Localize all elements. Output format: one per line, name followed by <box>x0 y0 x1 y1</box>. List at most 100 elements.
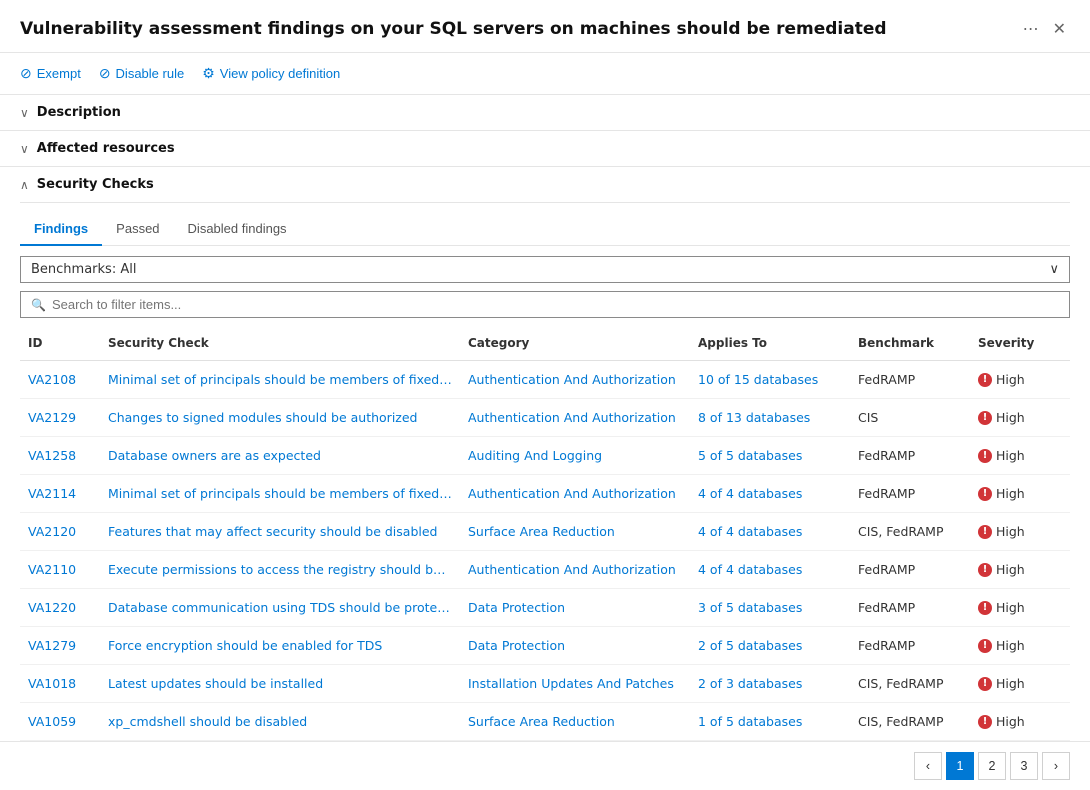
tab-disabled-findings[interactable]: Disabled findings <box>174 213 301 246</box>
table-row: VA2120 Features that may affect security… <box>20 513 1070 551</box>
view-policy-label: View policy definition <box>220 66 340 81</box>
row-category-6[interactable]: Data Protection <box>460 595 690 620</box>
row-applies-7[interactable]: 2 of 5 databases <box>690 633 850 658</box>
row-id-5[interactable]: VA2110 <box>20 557 100 582</box>
severity-icon-2: ! <box>978 449 992 463</box>
severity-icon-1: ! <box>978 411 992 425</box>
table-row: VA2108 Minimal set of principals should … <box>20 361 1070 399</box>
row-id-7[interactable]: VA1279 <box>20 633 100 658</box>
row-check-7[interactable]: Force encryption should be enabled for T… <box>100 633 460 658</box>
row-applies-0[interactable]: 10 of 15 databases <box>690 367 850 392</box>
prev-page-button[interactable]: ‹ <box>914 752 942 780</box>
benchmark-filter[interactable]: Benchmarks: All ∨ <box>20 256 1070 283</box>
col-header-category: Category <box>460 332 690 354</box>
row-applies-5[interactable]: 4 of 4 databases <box>690 557 850 582</box>
row-check-2[interactable]: Database owners are as expected <box>100 443 460 468</box>
row-category-5[interactable]: Authentication And Authorization <box>460 557 690 582</box>
tab-passed[interactable]: Passed <box>102 213 173 246</box>
table-row: VA1258 Database owners are as expected A… <box>20 437 1070 475</box>
affected-resources-section-header[interactable]: ∨ Affected resources <box>0 131 1090 166</box>
header-icons: ⋯ ✕ <box>1019 20 1070 40</box>
disable-rule-button[interactable]: ⊘ Disable rule <box>99 61 194 86</box>
description-section-header[interactable]: ∨ Description <box>0 95 1090 130</box>
row-id-1[interactable]: VA2129 <box>20 405 100 430</box>
row-id-9[interactable]: VA1059 <box>20 709 100 734</box>
row-applies-3[interactable]: 4 of 4 databases <box>690 481 850 506</box>
row-applies-9[interactable]: 1 of 5 databases <box>690 709 850 734</box>
page-3-button[interactable]: 3 <box>1010 752 1038 780</box>
search-box: 🔍 <box>20 291 1070 318</box>
search-input[interactable] <box>52 297 1059 312</box>
security-checks-header[interactable]: ∧ Security Checks <box>20 167 1070 203</box>
next-page-button[interactable]: › <box>1042 752 1070 780</box>
row-id-0[interactable]: VA2108 <box>20 367 100 392</box>
search-icon: 🔍 <box>31 298 46 312</box>
severity-icon-9: ! <box>978 715 992 729</box>
exempt-button[interactable]: ⊘ Exempt <box>20 61 91 86</box>
row-category-4[interactable]: Surface Area Reduction <box>460 519 690 544</box>
row-category-1[interactable]: Authentication And Authorization <box>460 405 690 430</box>
affected-resources-section: ∨ Affected resources <box>0 131 1090 167</box>
table-row: VA2110 Execute permissions to access the… <box>20 551 1070 589</box>
close-button[interactable]: ✕ <box>1049 20 1070 40</box>
exempt-label: Exempt <box>37 66 81 81</box>
row-check-5[interactable]: Execute permissions to access the regist… <box>100 557 460 582</box>
row-applies-6[interactable]: 3 of 5 databases <box>690 595 850 620</box>
row-id-6[interactable]: VA1220 <box>20 595 100 620</box>
findings-table: ID Security Check Category Applies To Be… <box>20 326 1070 741</box>
disable-rule-label: Disable rule <box>116 66 185 81</box>
benchmark-filter-label: Benchmarks: All <box>31 262 136 277</box>
row-category-3[interactable]: Authentication And Authorization <box>460 481 690 506</box>
row-applies-1[interactable]: 8 of 13 databases <box>690 405 850 430</box>
row-severity-3: ! High <box>970 481 1070 506</box>
row-check-0[interactable]: Minimal set of principals should be memb… <box>100 367 460 392</box>
col-header-id: ID <box>20 332 100 354</box>
row-benchmark-9: CIS, FedRAMP <box>850 709 970 734</box>
severity-label-5: High <box>996 562 1025 577</box>
security-checks-title: Security Checks <box>37 177 154 192</box>
page-1-button[interactable]: 1 <box>946 752 974 780</box>
row-benchmark-8: CIS, FedRAMP <box>850 671 970 696</box>
row-id-3[interactable]: VA2114 <box>20 481 100 506</box>
view-policy-button[interactable]: ⚙ View policy definition <box>202 61 350 86</box>
row-check-9[interactable]: xp_cmdshell should be disabled <box>100 709 460 734</box>
severity-icon-4: ! <box>978 525 992 539</box>
description-chevron-icon: ∨ <box>20 106 29 120</box>
row-severity-5: ! High <box>970 557 1070 582</box>
row-check-3[interactable]: Minimal set of principals should be memb… <box>100 481 460 506</box>
row-category-8[interactable]: Installation Updates And Patches <box>460 671 690 696</box>
row-applies-2[interactable]: 5 of 5 databases <box>690 443 850 468</box>
severity-icon-5: ! <box>978 563 992 577</box>
row-severity-8: ! High <box>970 671 1070 696</box>
row-category-7[interactable]: Data Protection <box>460 633 690 658</box>
row-check-6[interactable]: Database communication using TDS should … <box>100 595 460 620</box>
col-header-severity: Severity <box>970 332 1070 354</box>
tab-findings[interactable]: Findings <box>20 213 102 246</box>
panel: Vulnerability assessment findings on you… <box>0 0 1090 790</box>
row-applies-8[interactable]: 2 of 3 databases <box>690 671 850 696</box>
exempt-icon: ⊘ <box>20 65 32 82</box>
row-check-8[interactable]: Latest updates should be installed <box>100 671 460 696</box>
row-id-8[interactable]: VA1018 <box>20 671 100 696</box>
more-options-button[interactable]: ⋯ <box>1019 20 1043 40</box>
row-applies-4[interactable]: 4 of 4 databases <box>690 519 850 544</box>
row-benchmark-0: FedRAMP <box>850 367 970 392</box>
row-id-4[interactable]: VA2120 <box>20 519 100 544</box>
affected-resources-section-title: Affected resources <box>37 141 175 156</box>
filter-row: Benchmarks: All ∨ 🔍 <box>20 256 1070 318</box>
pagination: ‹ 1 2 3 › <box>0 741 1090 790</box>
severity-label-4: High <box>996 524 1025 539</box>
row-category-9[interactable]: Surface Area Reduction <box>460 709 690 734</box>
benchmark-filter-chevron-icon: ∨ <box>1049 262 1059 277</box>
disable-rule-icon: ⊘ <box>99 65 111 82</box>
row-check-4[interactable]: Features that may affect security should… <box>100 519 460 544</box>
toolbar: ⊘ Exempt ⊘ Disable rule ⚙ View policy de… <box>0 53 1090 95</box>
row-id-2[interactable]: VA1258 <box>20 443 100 468</box>
row-category-0[interactable]: Authentication And Authorization <box>460 367 690 392</box>
row-check-1[interactable]: Changes to signed modules should be auth… <box>100 405 460 430</box>
row-category-2[interactable]: Auditing And Logging <box>460 443 690 468</box>
severity-icon-3: ! <box>978 487 992 501</box>
table-row: VA1059 xp_cmdshell should be disabled Su… <box>20 703 1070 741</box>
page-2-button[interactable]: 2 <box>978 752 1006 780</box>
affected-resources-chevron-icon: ∨ <box>20 142 29 156</box>
